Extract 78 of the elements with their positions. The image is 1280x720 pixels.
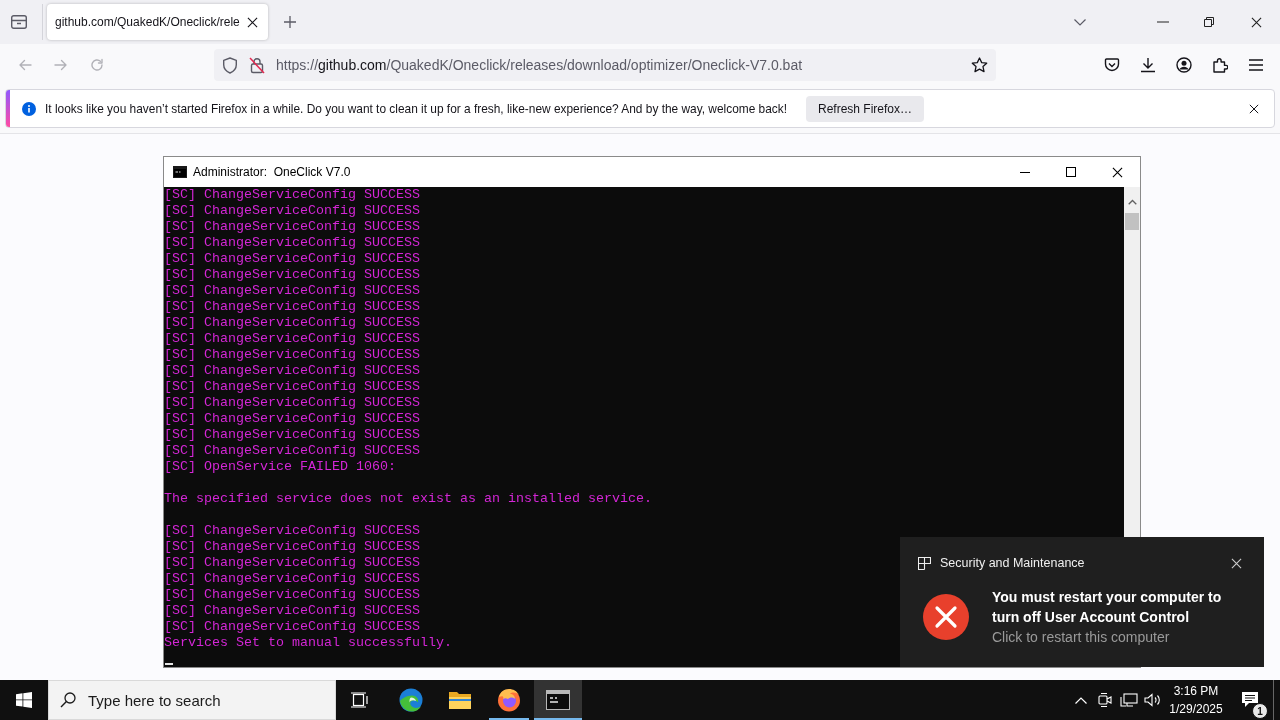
info-icon — [22, 101, 36, 116]
scrollbar-thumb[interactable] — [1125, 213, 1139, 230]
notification-message: It looks like you haven’t started Firefox in a while. Do you want to clean it up for a fresh, like-new experience? And by the way, welcome back! — [45, 101, 787, 116]
panes-icon — [918, 556, 931, 570]
network-icon[interactable] — [1120, 693, 1138, 707]
toast-message: Click to restart this computer — [992, 628, 1171, 647]
restore-icon[interactable] — [1204, 17, 1214, 27]
console-line: The specified service does not exist as an installed service. — [164, 491, 652, 507]
terminal-icon — [546, 690, 570, 710]
chevron-down-icon[interactable] — [1074, 18, 1086, 26]
console-line: [SC] OpenService FAILED 1060: — [164, 459, 396, 475]
camera-icon[interactable] — [1098, 692, 1112, 708]
console-line: [SC] ChangeServiceConfig SUCCESS — [164, 283, 420, 299]
console-line: [SC] ChangeServiceConfig SUCCESS — [164, 443, 420, 459]
console-line: [SC] ChangeServiceConfig SUCCESS — [164, 555, 420, 571]
lock-slash-icon[interactable] — [249, 56, 265, 74]
refresh-button[interactable]: Refresh Firefox… — [806, 95, 925, 122]
box-icon[interactable] — [11, 15, 27, 29]
account-icon[interactable] — [1176, 57, 1192, 73]
minimize-icon[interactable] — [1020, 171, 1030, 173]
menu-icon[interactable] — [1248, 58, 1264, 72]
chevron-up-icon[interactable] — [1075, 696, 1087, 704]
console-line: Services Set to manual successfully. — [164, 635, 452, 651]
speaker-icon[interactable] — [1144, 693, 1162, 707]
console-line: [SC] ChangeServiceConfig SUCCESS — [164, 219, 420, 235]
console-line: [SC] ChangeServiceConfig SUCCESS — [164, 187, 420, 203]
console-line: [SC] ChangeServiceConfig SUCCESS — [164, 379, 420, 395]
shield-icon[interactable] — [222, 56, 238, 74]
start-icon[interactable] — [16, 692, 32, 708]
close-icon[interactable] — [247, 16, 258, 28]
plus-icon[interactable] — [284, 16, 296, 28]
close-icon[interactable] — [1249, 103, 1259, 114]
close-icon[interactable] — [1111, 166, 1123, 178]
scroll-up-icon[interactable] — [1127, 199, 1137, 205]
swirl-logo-icon — [399, 688, 423, 712]
console-line: [SC] ChangeServiceConfig SUCCESS — [164, 619, 420, 635]
console-line: [SC] ChangeServiceConfig SUCCESS — [164, 251, 420, 267]
console-line: [SC] ChangeServiceConfig SUCCESS — [164, 331, 420, 347]
console-line: [SC] ChangeServiceConfig SUCCESS — [164, 395, 420, 411]
console-line: [SC] ChangeServiceConfig SUCCESS — [164, 571, 420, 587]
toast-title: You must restart your computer to turn off User Account Control — [992, 588, 1223, 627]
puzzle-icon[interactable] — [1212, 57, 1228, 73]
clock-date: 1/29/2025 — [1169, 701, 1223, 718]
console-line: [SC] ChangeServiceConfig SUCCESS — [164, 363, 420, 379]
folder-icon — [448, 690, 472, 710]
notification-icon[interactable] — [1241, 691, 1259, 709]
search-icon — [60, 692, 76, 708]
star-icon[interactable] — [971, 57, 988, 73]
browser-tab[interactable]: github.com/QuakedK/Oneclick/rele — [47, 4, 268, 40]
console-line: [SC] ChangeServiceConfig SUCCESS — [164, 315, 420, 331]
console-line: [SC] ChangeServiceConfig SUCCESS — [164, 539, 420, 555]
task-view-icon[interactable] — [351, 692, 369, 708]
console-line: [SC] ChangeServiceConfig SUCCESS — [164, 427, 420, 443]
close-icon[interactable] — [1251, 16, 1262, 28]
text-cursor — [165, 663, 173, 665]
console-line: [SC] ChangeServiceConfig SUCCESS — [164, 587, 420, 603]
window-title: Administrator: OneClick V7.0 — [193, 165, 351, 179]
console-line: [SC] ChangeServiceConfig SUCCESS — [164, 411, 420, 427]
error-icon — [923, 594, 969, 640]
console-line: [SC] ChangeServiceConfig SUCCESS — [164, 203, 420, 219]
maximize-icon[interactable] — [1066, 167, 1076, 177]
notification-count: 1 — [1252, 703, 1268, 719]
toast-notification[interactable]: Security and Maintenance You must restart your computer to turn off User Account Control Click to restart this computer — [900, 537, 1264, 667]
console-line: [SC] ChangeServiceConfig SUCCESS — [164, 235, 420, 251]
console-line: [SC] ChangeServiceConfig SUCCESS — [164, 299, 420, 315]
clock-time: 3:16 PM — [1173, 683, 1219, 700]
download-icon[interactable] — [1140, 57, 1156, 73]
console-line: [SC] ChangeServiceConfig SUCCESS — [164, 603, 420, 619]
console-line: [SC] ChangeServiceConfig SUCCESS — [164, 523, 420, 539]
chevron-shield-icon[interactable] — [1104, 57, 1120, 73]
address-field[interactable]: https://github.com/QuakedK/Oneclick/releases/download/optimizer/Oneclick-V7.0.bat — [214, 49, 996, 81]
search-field[interactable]: Type here to search — [48, 680, 336, 720]
console-line: [SC] ChangeServiceConfig SUCCESS — [164, 267, 420, 283]
terminal-icon — [173, 166, 187, 178]
taskbar-button[interactable] — [534, 680, 582, 720]
console-line: [SC] ChangeServiceConfig SUCCESS — [164, 347, 420, 363]
fox-globe-icon — [497, 688, 521, 712]
toast-source: Security and Maintenance — [940, 556, 1085, 570]
